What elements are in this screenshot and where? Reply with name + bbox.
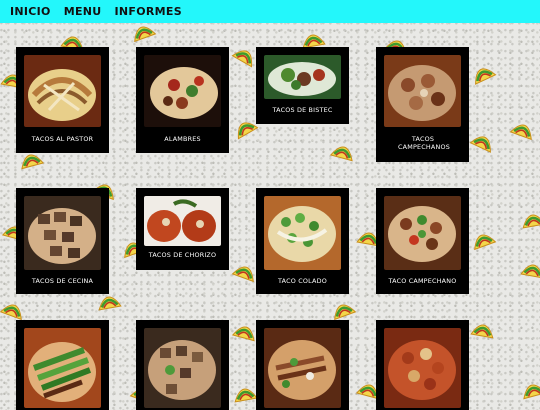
top-nav-bar: INICIO MENU INFORMES	[0, 0, 540, 23]
menu-card-taco-meat-mix[interactable]	[136, 320, 229, 410]
tacos-al-pastor-photo	[24, 55, 101, 127]
tacos-de-cecina-photo	[24, 196, 101, 270]
menu-card-label: TACOS DE CHORIZO	[148, 251, 217, 259]
nav-inicio-link[interactable]: INICIO	[10, 5, 51, 18]
taco-campechano-photo	[384, 196, 461, 270]
tacos-campechanos-photo	[384, 55, 461, 127]
menu-card-label: TACOS DE BISTEC	[272, 106, 333, 114]
menu-grid: TACOS AL PASTOR ALAMBRES TACOS DE BISTEC…	[0, 0, 540, 410]
menu-card-taco-campechano[interactable]: TACO CAMPECHANO	[376, 188, 469, 294]
tacos-de-bistec-photo	[264, 55, 341, 99]
menu-card-label: TACOS AL PASTOR	[31, 135, 94, 143]
menu-card-taco-green-chile[interactable]	[16, 320, 109, 410]
taco-colado-photo	[264, 196, 341, 270]
menu-card-taco-pastor-close[interactable]	[376, 320, 469, 410]
menu-card-tacos-al-pastor[interactable]: TACOS AL PASTOR	[16, 47, 109, 153]
menu-card-label: TACOS CAMPECHANOS	[398, 135, 450, 151]
menu-card-tacos-de-bistec[interactable]: TACOS DE BISTEC	[256, 47, 349, 124]
taco-green-chile-photo	[24, 328, 101, 408]
taco-pastor-close-photo	[384, 328, 461, 408]
alambres-photo	[144, 55, 221, 127]
menu-card-tacos-campechanos[interactable]: TACOS CAMPECHANOS	[376, 47, 469, 162]
taco-meat-mix-photo	[144, 328, 221, 408]
taco-shredded-photo	[264, 328, 341, 408]
menu-card-label: ALAMBRES	[164, 135, 201, 143]
nav-informes-link[interactable]: INFORMES	[115, 5, 182, 18]
menu-card-taco-shredded[interactable]	[256, 320, 349, 410]
nav-menu-link[interactable]: MENU	[64, 5, 102, 18]
menu-card-label: TACO COLADO	[278, 277, 327, 285]
menu-card-label: TACOS DE CECINA	[31, 277, 94, 285]
menu-card-label: TACO CAMPECHANO	[388, 277, 457, 285]
tacos-de-chorizo-photo	[144, 196, 221, 246]
menu-card-tacos-de-cecina[interactable]: TACOS DE CECINA	[16, 188, 109, 294]
menu-card-tacos-de-chorizo[interactable]: TACOS DE CHORIZO	[136, 188, 229, 270]
menu-card-taco-colado[interactable]: TACO COLADO	[256, 188, 349, 294]
menu-card-alambres[interactable]: ALAMBRES	[136, 47, 229, 153]
